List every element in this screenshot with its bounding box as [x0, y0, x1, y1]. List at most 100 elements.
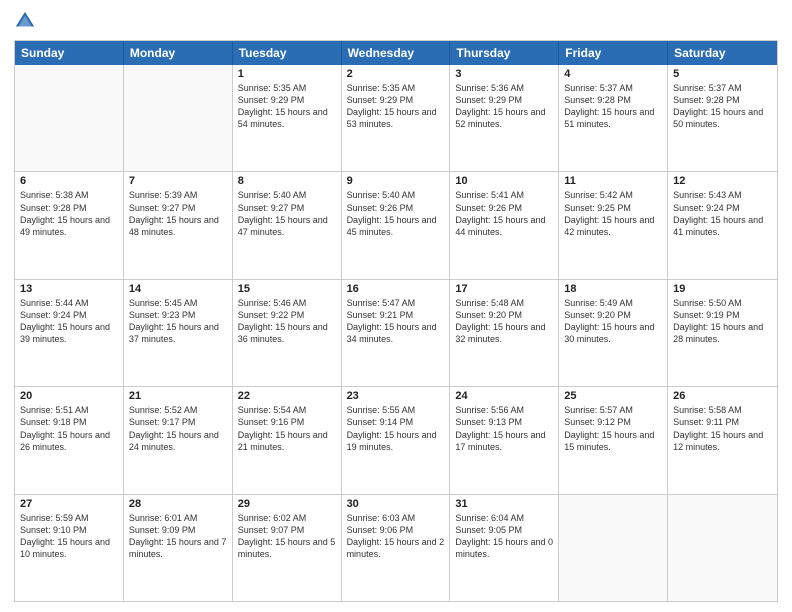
day-info: Sunrise: 5:37 AM Sunset: 9:28 PM Dayligh…: [564, 82, 662, 131]
day-info: Sunrise: 5:35 AM Sunset: 9:29 PM Dayligh…: [347, 82, 445, 131]
day-info: Sunrise: 5:57 AM Sunset: 9:12 PM Dayligh…: [564, 404, 662, 453]
day-number: 1: [238, 68, 336, 80]
calendar-week-4: 27 Sunrise: 5:59 AM Sunset: 9:10 PM Dayli…: [15, 494, 777, 601]
calendar-week-2: 13 Sunrise: 5:44 AM Sunset: 9:24 PM Dayli…: [15, 279, 777, 386]
calendar-week-1: 6Sunrise: 5:38 AM Sunset: 9:28 PM Daylig…: [15, 171, 777, 278]
day-info: Sunrise: 6:02 AM Sunset: 9:07 PM Dayligh…: [238, 512, 336, 561]
day-number: 16: [347, 283, 445, 295]
empty-cell: [668, 495, 777, 601]
day-header-tuesday: Tuesday: [233, 41, 342, 65]
day-info: Sunrise: 6:03 AM Sunset: 9:06 PM Dayligh…: [347, 512, 445, 561]
day-number: 12: [673, 175, 772, 187]
calendar-body: 1 Sunrise: 5:35 AM Sunset: 9:29 PM Daylig…: [15, 65, 777, 601]
day-number: 31: [455, 498, 553, 510]
day-info: Sunrise: 5:47 AM Sunset: 9:21 PM Dayligh…: [347, 297, 445, 346]
day-info: Sunrise: 5:54 AM Sunset: 9:16 PM Dayligh…: [238, 404, 336, 453]
day-info: Sunrise: 5:51 AM Sunset: 9:18 PM Dayligh…: [20, 404, 118, 453]
day-info: Sunrise: 5:46 AM Sunset: 9:22 PM Dayligh…: [238, 297, 336, 346]
logo-icon: [14, 10, 36, 32]
day-cell-18: 18 Sunrise: 5:49 AM Sunset: 9:20 PM Dayli…: [559, 280, 668, 386]
empty-cell: [15, 65, 124, 171]
day-number: 28: [129, 498, 227, 510]
day-number: 2: [347, 68, 445, 80]
empty-cell: [124, 65, 233, 171]
day-info: Sunrise: 5:45 AM Sunset: 9:23 PM Dayligh…: [129, 297, 227, 346]
day-number: 21: [129, 390, 227, 402]
day-number: 15: [238, 283, 336, 295]
day-number: 26: [673, 390, 772, 402]
day-info: Sunrise: 5:48 AM Sunset: 9:20 PM Dayligh…: [455, 297, 553, 346]
calendar-week-0: 1 Sunrise: 5:35 AM Sunset: 9:29 PM Daylig…: [15, 65, 777, 171]
day-number: 30: [347, 498, 445, 510]
day-number: 29: [238, 498, 336, 510]
day-info: Sunrise: 5:43 AM Sunset: 9:24 PM Dayligh…: [673, 189, 772, 238]
day-cell-30: 30 Sunrise: 6:03 AM Sunset: 9:06 PM Dayli…: [342, 495, 451, 601]
day-info: Sunrise: 5:42 AM Sunset: 9:25 PM Dayligh…: [564, 189, 662, 238]
day-number: 27: [20, 498, 118, 510]
day-number: 13: [20, 283, 118, 295]
day-header-saturday: Saturday: [668, 41, 777, 65]
day-cell-17: 17Sunrise: 5:48 AM Sunset: 9:20 PM Dayli…: [450, 280, 559, 386]
day-cell-8: 8 Sunrise: 5:40 AM Sunset: 9:27 PM Daylig…: [233, 172, 342, 278]
day-number: 11: [564, 175, 662, 187]
day-info: Sunrise: 5:56 AM Sunset: 9:13 PM Dayligh…: [455, 404, 553, 453]
day-cell-21: 21 Sunrise: 5:52 AM Sunset: 9:17 PM Dayli…: [124, 387, 233, 493]
day-cell-9: 9 Sunrise: 5:40 AM Sunset: 9:26 PM Daylig…: [342, 172, 451, 278]
day-number: 6: [20, 175, 118, 187]
day-header-thursday: Thursday: [450, 41, 559, 65]
day-header-sunday: Sunday: [15, 41, 124, 65]
day-info: Sunrise: 5:39 AM Sunset: 9:27 PM Dayligh…: [129, 189, 227, 238]
day-info: Sunrise: 5:49 AM Sunset: 9:20 PM Dayligh…: [564, 297, 662, 346]
day-number: 3: [455, 68, 553, 80]
day-cell-11: 11 Sunrise: 5:42 AM Sunset: 9:25 PM Dayli…: [559, 172, 668, 278]
calendar-week-3: 20 Sunrise: 5:51 AM Sunset: 9:18 PM Dayli…: [15, 386, 777, 493]
day-cell-14: 14 Sunrise: 5:45 AM Sunset: 9:23 PM Dayli…: [124, 280, 233, 386]
day-info: Sunrise: 5:37 AM Sunset: 9:28 PM Dayligh…: [673, 82, 772, 131]
day-info: Sunrise: 6:01 AM Sunset: 9:09 PM Dayligh…: [129, 512, 227, 561]
day-cell-2: 2 Sunrise: 5:35 AM Sunset: 9:29 PM Daylig…: [342, 65, 451, 171]
day-info: Sunrise: 5:44 AM Sunset: 9:24 PM Dayligh…: [20, 297, 118, 346]
day-header-friday: Friday: [559, 41, 668, 65]
day-number: 23: [347, 390, 445, 402]
day-header-wednesday: Wednesday: [342, 41, 451, 65]
day-cell-12: 12 Sunrise: 5:43 AM Sunset: 9:24 PM Dayli…: [668, 172, 777, 278]
day-cell-10: 10 Sunrise: 5:41 AM Sunset: 9:26 PM Dayli…: [450, 172, 559, 278]
day-info: Sunrise: 5:40 AM Sunset: 9:26 PM Dayligh…: [347, 189, 445, 238]
day-number: 18: [564, 283, 662, 295]
day-info: Sunrise: 5:59 AM Sunset: 9:10 PM Dayligh…: [20, 512, 118, 561]
day-cell-3: 3 Sunrise: 5:36 AM Sunset: 9:29 PM Daylig…: [450, 65, 559, 171]
calendar-header-row: SundayMondayTuesdayWednesdayThursdayFrid…: [15, 41, 777, 65]
day-number: 22: [238, 390, 336, 402]
day-number: 25: [564, 390, 662, 402]
day-cell-5: 5Sunrise: 5:37 AM Sunset: 9:28 PM Daylig…: [668, 65, 777, 171]
day-info: Sunrise: 6:04 AM Sunset: 9:05 PM Dayligh…: [455, 512, 553, 561]
day-info: Sunrise: 5:52 AM Sunset: 9:17 PM Dayligh…: [129, 404, 227, 453]
day-number: 24: [455, 390, 553, 402]
calendar: SundayMondayTuesdayWednesdayThursdayFrid…: [14, 40, 778, 602]
page-header: [14, 10, 778, 34]
day-cell-29: 29 Sunrise: 6:02 AM Sunset: 9:07 PM Dayli…: [233, 495, 342, 601]
day-info: Sunrise: 5:36 AM Sunset: 9:29 PM Dayligh…: [455, 82, 553, 131]
day-info: Sunrise: 5:41 AM Sunset: 9:26 PM Dayligh…: [455, 189, 553, 238]
day-info: Sunrise: 5:40 AM Sunset: 9:27 PM Dayligh…: [238, 189, 336, 238]
day-number: 14: [129, 283, 227, 295]
day-cell-20: 20 Sunrise: 5:51 AM Sunset: 9:18 PM Dayli…: [15, 387, 124, 493]
day-number: 7: [129, 175, 227, 187]
day-cell-7: 7 Sunrise: 5:39 AM Sunset: 9:27 PM Daylig…: [124, 172, 233, 278]
day-cell-31: 31 Sunrise: 6:04 AM Sunset: 9:05 PM Dayli…: [450, 495, 559, 601]
day-header-monday: Monday: [124, 41, 233, 65]
day-cell-26: 26Sunrise: 5:58 AM Sunset: 9:11 PM Dayli…: [668, 387, 777, 493]
empty-cell: [559, 495, 668, 601]
day-number: 20: [20, 390, 118, 402]
day-cell-28: 28 Sunrise: 6:01 AM Sunset: 9:09 PM Dayli…: [124, 495, 233, 601]
day-number: 8: [238, 175, 336, 187]
day-info: Sunrise: 5:35 AM Sunset: 9:29 PM Dayligh…: [238, 82, 336, 131]
day-info: Sunrise: 5:50 AM Sunset: 9:19 PM Dayligh…: [673, 297, 772, 346]
day-number: 4: [564, 68, 662, 80]
day-cell-4: 4 Sunrise: 5:37 AM Sunset: 9:28 PM Daylig…: [559, 65, 668, 171]
day-number: 9: [347, 175, 445, 187]
day-number: 10: [455, 175, 553, 187]
day-cell-25: 25 Sunrise: 5:57 AM Sunset: 9:12 PM Dayli…: [559, 387, 668, 493]
logo: [14, 10, 38, 34]
day-cell-24: 24 Sunrise: 5:56 AM Sunset: 9:13 PM Dayli…: [450, 387, 559, 493]
